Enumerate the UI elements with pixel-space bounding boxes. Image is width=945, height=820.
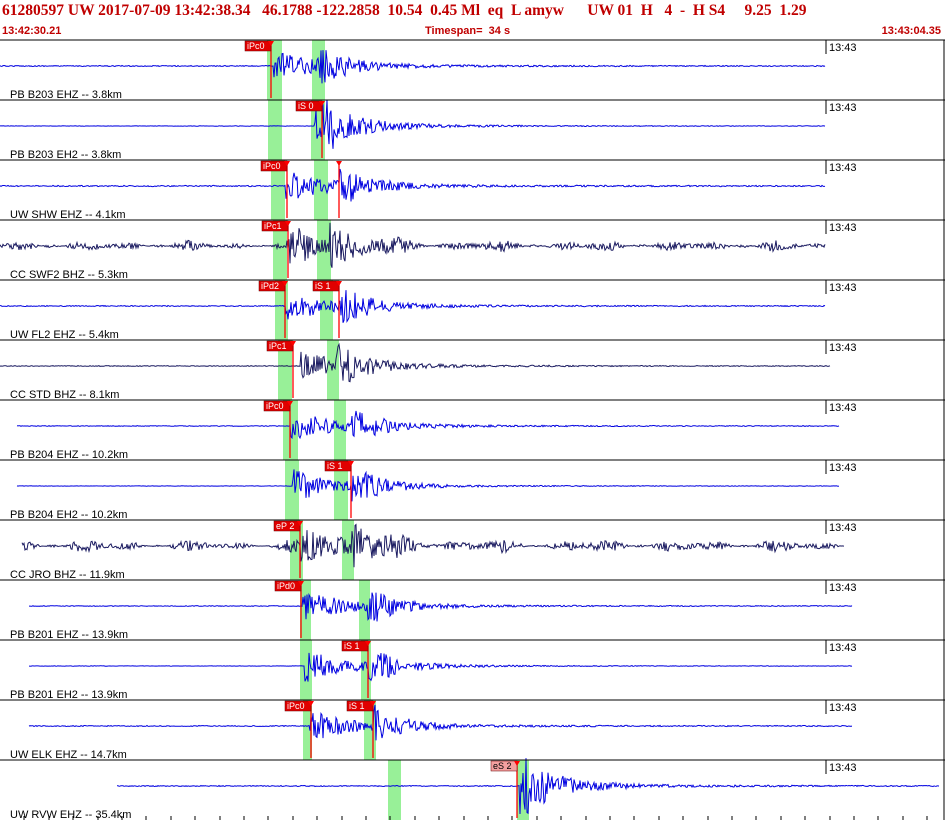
- phase-pick-label: iPc0: [287, 701, 305, 711]
- station-label: PB B204 EHZ -- 10.2km: [10, 449, 128, 461]
- phase-pick-label: eS 2: [493, 761, 512, 771]
- minute-mark-label: 13:43: [829, 282, 857, 294]
- phase-pick-label: iS 1: [344, 641, 360, 651]
- phase-pick-label: iPd0: [277, 581, 295, 591]
- seismogram-panel[interactable]: iPc0 13:43 PB B203 EHZ -- 3.8km iS 0 13:43 PB…: [0, 0, 945, 820]
- phase-window-7-0: [285, 460, 299, 520]
- station-label: CC JRO BHZ -- 11.9km: [10, 569, 125, 581]
- waveform-trace[interactable]: [28, 704, 853, 741]
- phase-pick-label: iPc1: [264, 221, 282, 231]
- waveform-trace[interactable]: [0, 99, 826, 149]
- phase-pick-label: iS 1: [327, 461, 343, 471]
- phase-pick-label: iPc0: [247, 41, 265, 51]
- waveform-trace[interactable]: [16, 410, 840, 440]
- waveform-trace[interactable]: [21, 523, 845, 568]
- waveform-trace[interactable]: [29, 592, 853, 622]
- minute-mark-label: 13:43: [829, 222, 857, 234]
- minute-mark-label: 13:43: [829, 762, 857, 774]
- station-label: UW FL2 EHZ -- 5.4km: [10, 329, 119, 341]
- waveform-trace[interactable]: [0, 342, 831, 383]
- minute-mark-label: 13:43: [829, 582, 857, 594]
- phase-window-12-0: [388, 760, 401, 820]
- station-label: CC STD BHZ -- 8.1km: [10, 389, 119, 401]
- phase-pick-label: iPd2: [261, 281, 279, 291]
- minute-mark-label: 13:43: [829, 522, 857, 534]
- phase-pick-label: iS 1: [315, 281, 331, 291]
- station-label: PB B203 EH2 -- 3.8km: [10, 149, 121, 161]
- station-label: PB B201 EH2 -- 13.9km: [10, 689, 127, 701]
- minute-mark-label: 13:43: [829, 702, 857, 714]
- station-label: PB B204 EH2 -- 10.2km: [10, 509, 127, 521]
- station-label: UW SHW EHZ -- 4.1km: [10, 209, 126, 221]
- minute-mark-label: 13:43: [829, 162, 857, 174]
- phase-window-10-0: [300, 640, 312, 700]
- phase-pick-label: iS 0: [298, 101, 314, 111]
- station-label: CC SWF2 BHZ -- 5.3km: [10, 269, 128, 281]
- waveform-trace[interactable]: [0, 168, 826, 202]
- minute-mark-label: 13:43: [829, 642, 857, 654]
- station-label: PB B203 EHZ -- 3.8km: [10, 89, 122, 101]
- pick-marker-icon: [336, 161, 342, 166]
- waveform-trace[interactable]: [29, 652, 853, 682]
- waveform-trace[interactable]: [0, 222, 826, 268]
- phase-pick-label: iPc0: [266, 401, 284, 411]
- minute-mark-label: 13:43: [829, 342, 857, 354]
- phase-pick-label: iPc0: [263, 161, 281, 171]
- station-label: UW RVW EHZ -- 35.4km: [10, 809, 131, 820]
- phase-pick-label: eP 2: [276, 521, 294, 531]
- minute-mark-label: 13:43: [829, 42, 857, 54]
- minute-mark-label: 13:43: [829, 462, 857, 474]
- phase-window-1-0: [268, 100, 282, 160]
- minute-mark-label: 13:43: [829, 402, 857, 414]
- waveform-trace[interactable]: [0, 290, 826, 324]
- phase-pick-label: iPc1: [269, 341, 287, 351]
- phase-pick-label: iS 1: [349, 701, 365, 711]
- waveform-trace[interactable]: [0, 50, 826, 84]
- minute-mark-label: 13:43: [829, 102, 857, 114]
- station-label: PB B201 EHZ -- 13.9km: [10, 629, 128, 641]
- waveform-trace[interactable]: [16, 469, 840, 502]
- station-label: UW ELK EHZ -- 14.7km: [10, 749, 127, 761]
- phase-window-0-1: [312, 40, 325, 100]
